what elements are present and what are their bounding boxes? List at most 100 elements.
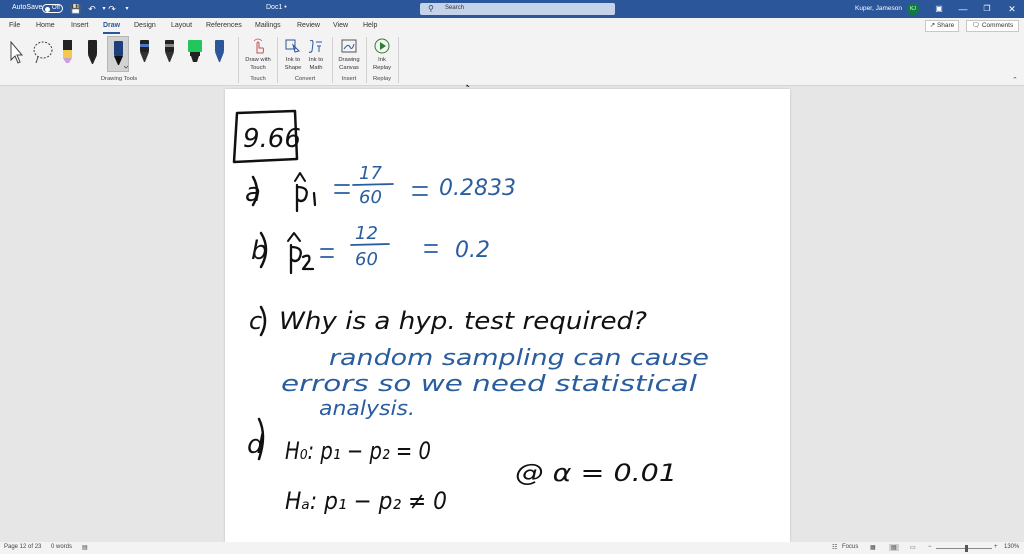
ribbon-separator [366,37,367,83]
toggle-knob [45,6,50,12]
label-line-2: Shape [284,65,302,71]
page-count[interactable]: Page 12 of 23 [4,544,41,550]
pen-icon [140,40,149,62]
pen-galaxy-tool[interactable] [134,36,156,68]
zoom-slider[interactable] [936,548,992,549]
document-area: 9.66 a 17 60 0.2833 b 12 60 0.2 c Why is… [0,87,1024,542]
zoom-level[interactable]: 130% [1004,544,1019,550]
pen-icon [88,40,97,64]
alt-hypothesis: Hₐ: p₁ − p₂ ≠ 0 [285,487,447,515]
ink-to-shape-button[interactable]: Ink to Shape [281,34,305,74]
tab-layout[interactable]: Layout [171,22,192,29]
tab-review[interactable]: Review [297,22,320,29]
pencil-icon [63,40,72,63]
document-title[interactable]: Doc1 • [266,4,287,11]
ink-replay-button[interactable]: Ink Replay [369,34,395,74]
part-a-denominator: 60 [359,187,382,208]
part-a-letter: a [245,178,261,208]
pen-icon [215,40,224,62]
tab-draw[interactable]: Draw [103,22,120,29]
label-line-1: Drawing [338,57,360,63]
ink-equals [412,186,428,196]
read-mode-icon[interactable]: ▦ [870,544,876,551]
label-line-2: Replay [372,65,392,71]
zoom-slider-thumb[interactable] [965,545,968,552]
drawing-canvas-button[interactable]: Drawing Canvas [335,34,363,74]
autosave-toggle[interactable]: Off [42,4,63,13]
part-a-result: 0.2833 [439,176,516,201]
restore-icon[interactable]: ❐ [981,3,993,15]
pen-icon [114,41,129,69]
touch-hand-icon [253,38,264,54]
tab-insert[interactable]: Insert [71,22,89,29]
tab-help[interactable]: Help [363,22,377,29]
title-bar: AutoSave Off 💾 ↶ ▾ ↷ ▾ Doc1 • ⚲ Search K… [0,0,1024,18]
pen-blue-tool[interactable] [209,36,231,68]
label-line-1: Ink to [285,57,301,63]
part-c-question: Why is a hyp. test required? [279,307,647,335]
web-layout-icon[interactable]: ▭ [910,544,916,551]
print-layout-icon[interactable]: ▤ [889,544,899,551]
tab-references[interactable]: References [206,22,242,29]
share-button[interactable]: ↗ Share [925,20,959,32]
tab-design[interactable]: Design [134,22,156,29]
proofing-icon[interactable]: ▤ [82,544,88,551]
part-d-letter: d [247,430,264,460]
tab-view[interactable]: View [333,22,348,29]
tab-mailings[interactable]: Mailings [255,22,281,29]
highlighter-green-tool[interactable] [184,36,206,68]
group-label-drawing-tools: Drawing Tools [100,76,138,82]
user-name[interactable]: Kuper, Jameson [855,5,902,12]
draw-with-touch-label: Draw with Touch [242,56,274,72]
search-box[interactable]: ⚲ Search [420,3,615,15]
share-label: Share [936,22,955,29]
part-b-denominator: 60 [355,249,378,270]
pen-gray-tool[interactable] [159,36,181,68]
ribbon-separator [332,37,333,83]
customize-toolbar-icon[interactable]: ▾ [121,3,133,15]
tab-home[interactable]: Home [36,22,55,29]
document-page[interactable]: 9.66 a 17 60 0.2833 b 12 60 0.2 c Why is… [225,89,790,542]
label-line-2: Math [309,65,323,71]
close-icon[interactable]: ✕ [1006,3,1018,15]
ink-equals [424,244,438,253]
ribbon-display-options-icon[interactable]: ▣ [933,3,945,15]
save-icon[interactable]: 💾 [70,3,82,15]
part-c-answer-line-2: errors so we need statistical [281,372,697,397]
lasso-select-tool[interactable] [31,36,53,68]
minimize-icon[interactable]: — [957,3,969,15]
part-a-numerator: 17 [359,163,382,184]
zoom-in-icon[interactable]: + [994,544,998,550]
arrow-cursor-icon [10,40,24,64]
group-label-touch: Touch [250,76,266,82]
ink-fraction-bar [350,243,390,246]
ink-p2 [289,243,315,275]
pen-icon [165,40,174,62]
group-label-convert: Convert [294,76,316,82]
word-count[interactable]: 0 words [51,544,72,550]
pencil-tool[interactable] [57,36,79,68]
ink-p1 [295,183,317,213]
ink-equals [334,184,350,194]
lasso-icon [33,41,53,64]
zoom-out-icon[interactable]: − [928,544,932,550]
redo-icon[interactable]: ↷ [106,3,118,15]
ink-to-shape-icon [285,39,300,53]
avatar[interactable]: KJ [907,3,919,15]
ink-p-hat [287,232,301,242]
part-c-letter: c [249,307,262,335]
collapse-ribbon-icon[interactable]: ⌃ [1012,76,1018,84]
focus-icon[interactable]: ☷ [832,544,837,551]
comment-icon: 🗨 [971,22,980,29]
comments-button[interactable]: 🗨 Comments [966,20,1019,32]
ink-replay-label: Ink Replay [369,56,395,72]
focus-mode-label[interactable]: Focus [842,544,858,550]
pen-navy-tool[interactable] [107,36,129,72]
draw-with-touch-button[interactable]: Draw with Touch [242,34,274,74]
ink-to-math-button[interactable]: Ink to Math [304,34,328,74]
tab-file[interactable]: File [9,22,20,29]
pen-black-tool[interactable] [82,36,104,68]
undo-icon[interactable]: ↶ [86,3,98,15]
null-hypothesis: H₀: p₁ − p₂ = 0 [285,437,431,465]
select-objects-tool[interactable] [6,36,28,68]
